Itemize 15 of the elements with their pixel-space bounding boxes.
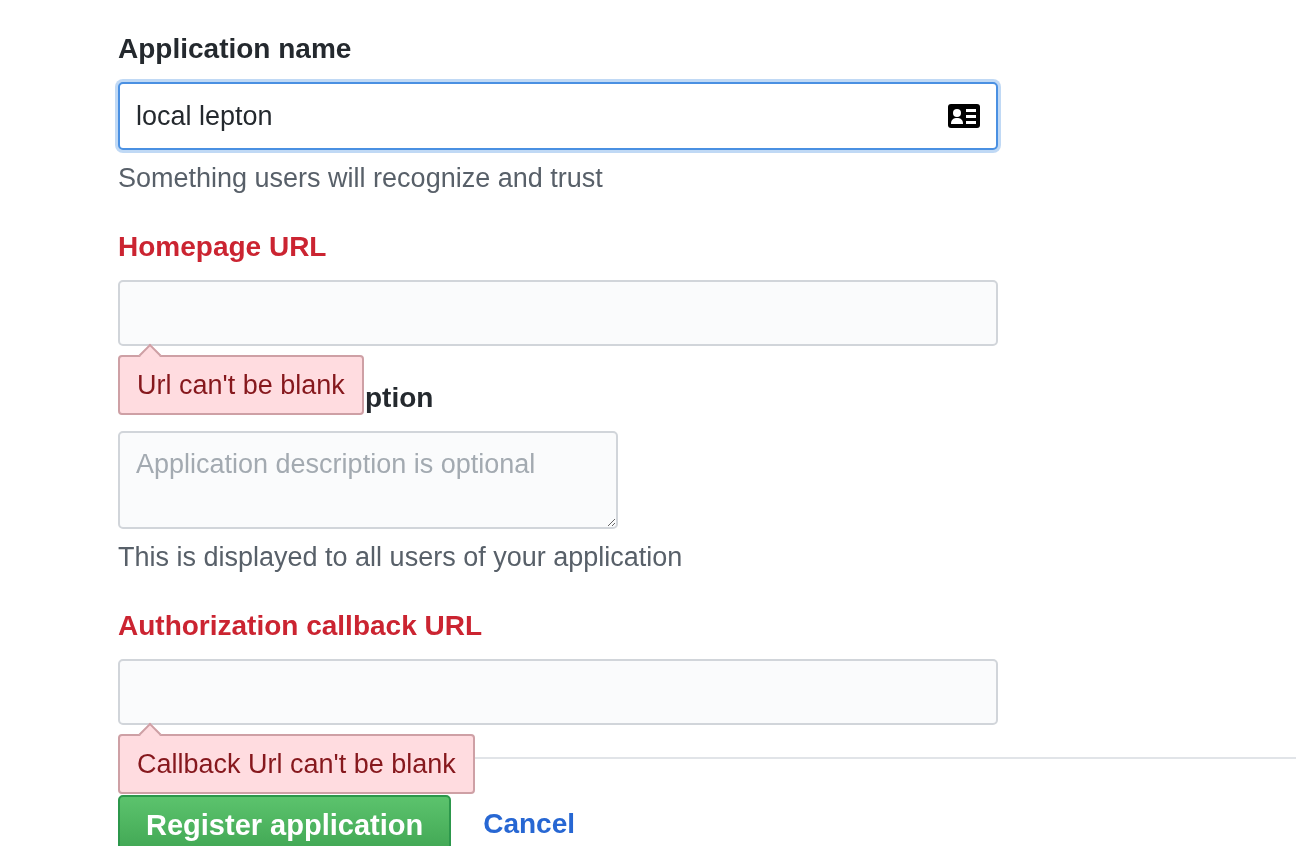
cancel-link[interactable]: Cancel	[483, 803, 575, 845]
field-hint: Something users will recognize and trust	[118, 162, 604, 195]
contact-card-icon[interactable]	[948, 104, 980, 128]
text-field[interactable]: local lepton	[118, 82, 998, 150]
error-tooltip: Callback Url can't be blank	[118, 734, 475, 794]
description-textarea[interactable]: Application description is optional	[118, 431, 618, 529]
field-label: Homepage URL	[118, 230, 327, 264]
field-label: Authorization callback URL	[118, 609, 483, 643]
register-button[interactable]: Register application	[118, 795, 452, 846]
text-field[interactable]	[118, 280, 998, 346]
field-label: Application name	[118, 32, 352, 66]
text-field[interactable]	[118, 659, 998, 725]
error-tooltip: Url can't be blank	[118, 355, 364, 415]
field-hint: This is displayed to all users of your application	[118, 541, 684, 574]
field-label: ption	[365, 381, 434, 415]
